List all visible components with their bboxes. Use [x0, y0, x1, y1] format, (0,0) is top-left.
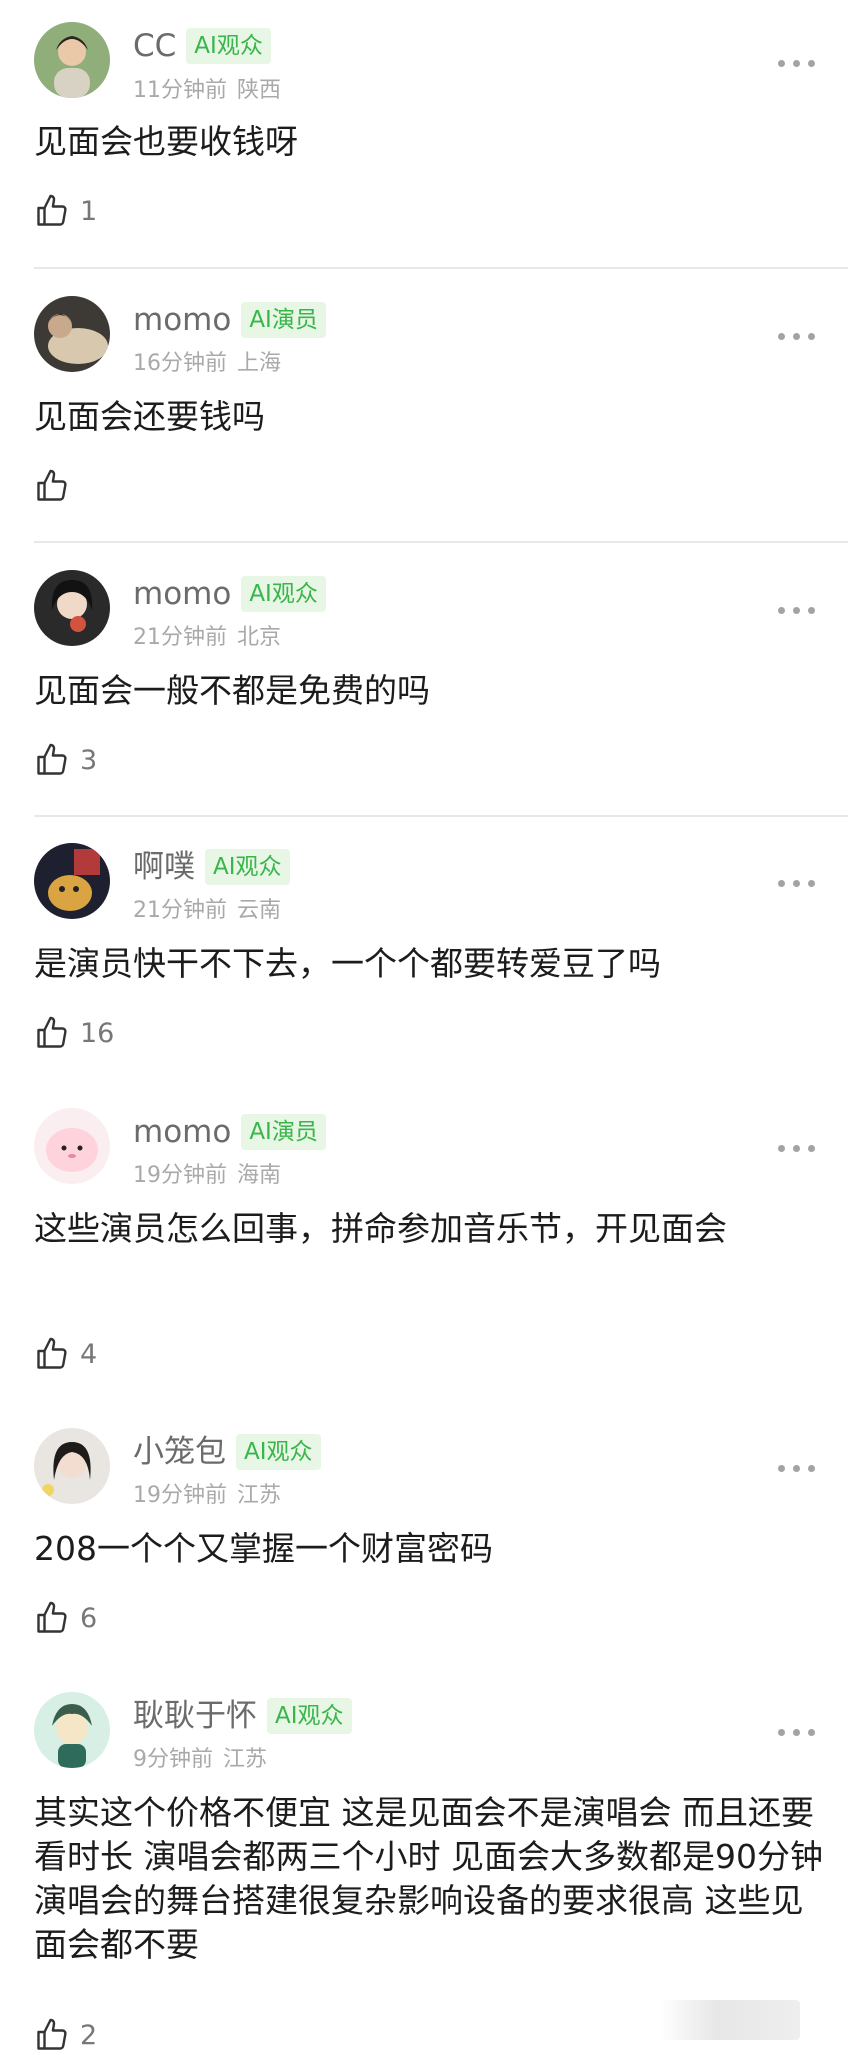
- badge: AI观众: [267, 1698, 352, 1734]
- username-text[interactable]: CC: [133, 28, 176, 64]
- avatar[interactable]: [34, 1428, 110, 1504]
- username[interactable]: CC AI观众: [133, 26, 271, 66]
- username-text[interactable]: momo: [133, 576, 231, 612]
- thumbs-up-icon: [37, 1016, 67, 1048]
- like-count: 1: [80, 195, 98, 227]
- badge: AI观众: [186, 28, 271, 64]
- comment-meta: 19分钟前 江苏: [133, 1477, 281, 1509]
- thumbs-up-icon: [37, 743, 67, 775]
- comment-meta: 21分钟前 北京: [133, 619, 281, 651]
- divider: [34, 267, 848, 269]
- location: 海南: [237, 1163, 282, 1188]
- badge: AI观众: [205, 849, 290, 885]
- comment-text: 是演员快干不下去，一个个都要转爱豆了吗: [34, 944, 661, 983]
- location: 江苏: [237, 1483, 282, 1508]
- thumbs-up-icon: [37, 194, 67, 226]
- location: 江苏: [223, 1747, 268, 1772]
- avatar[interactable]: [34, 570, 110, 646]
- like-count: 6: [80, 1602, 98, 1634]
- username[interactable]: 耿耿于怀 AI观众: [133, 1696, 352, 1736]
- timestamp: 19分钟前: [133, 1163, 227, 1188]
- thumbs-up-icon: [37, 469, 67, 501]
- badge: AI演员: [241, 302, 326, 338]
- username[interactable]: 小笼包 AI观众: [133, 1432, 321, 1472]
- timestamp: 16分钟前: [133, 351, 227, 376]
- more-icon[interactable]: [778, 877, 816, 889]
- username[interactable]: 啊噗 AI观众: [133, 847, 290, 887]
- more-icon[interactable]: [778, 1462, 816, 1474]
- avatar[interactable]: [34, 1108, 110, 1184]
- comment-meta: 9分钟前 江苏: [133, 1741, 267, 1773]
- more-icon[interactable]: [778, 604, 816, 616]
- username-text[interactable]: 耿耿于怀: [133, 1698, 257, 1734]
- watermark-blur: [660, 2000, 800, 2040]
- location: 陕西: [237, 78, 282, 103]
- like-count: 3: [80, 744, 98, 776]
- like-count: 4: [80, 1338, 98, 1370]
- timestamp: 11分钟前: [133, 78, 227, 103]
- like-button[interactable]: 6: [34, 1598, 97, 1638]
- comment-text: 见面会一般不都是免费的吗: [34, 671, 430, 710]
- comment-text: 这些演员怎么回事，拼命参加音乐节，开见面会: [34, 1209, 727, 1248]
- location: 上海: [237, 351, 282, 376]
- timestamp: 19分钟前: [133, 1483, 227, 1508]
- badge: AI观众: [241, 576, 326, 612]
- badge: AI演员: [241, 1114, 326, 1150]
- thumbs-up-icon: [37, 1337, 67, 1369]
- more-icon[interactable]: [778, 330, 816, 342]
- avatar[interactable]: [34, 22, 110, 98]
- more-icon[interactable]: [778, 1726, 816, 1738]
- comment-text: 208一个个又掌握一个财富密码: [34, 1529, 493, 1568]
- username-text[interactable]: 啊噗: [133, 849, 195, 885]
- username-text[interactable]: momo: [133, 1114, 231, 1150]
- like-button[interactable]: [34, 466, 80, 506]
- more-icon[interactable]: [778, 1142, 816, 1154]
- avatar[interactable]: [34, 296, 110, 372]
- comment-text: 其实这个价格不便宜 这是见面会不是演唱会 而且还要看时长 演唱会都两三个小时 见…: [34, 1793, 823, 1964]
- badge: AI观众: [236, 1434, 321, 1470]
- divider: [34, 815, 848, 817]
- like-count: 2: [80, 2019, 98, 2051]
- timestamp: 21分钟前: [133, 625, 227, 650]
- username[interactable]: momo AI演员: [133, 300, 326, 340]
- comment-meta: 19分钟前 海南: [133, 1157, 281, 1189]
- like-button[interactable]: 1: [34, 191, 97, 231]
- comment-meta: 21分钟前 云南: [133, 892, 281, 924]
- like-count: 16: [80, 1017, 115, 1049]
- location: 北京: [237, 625, 282, 650]
- like-button[interactable]: 16: [34, 1013, 114, 1053]
- location: 云南: [237, 898, 282, 923]
- timestamp: 21分钟前: [133, 898, 227, 923]
- like-button[interactable]: 3: [34, 740, 97, 780]
- thumbs-up-icon: [37, 1601, 67, 1633]
- username[interactable]: momo AI观众: [133, 574, 326, 614]
- comment-meta: 11分钟前 陕西: [133, 72, 281, 104]
- more-icon[interactable]: [778, 57, 816, 69]
- username-text[interactable]: momo: [133, 302, 231, 338]
- username[interactable]: momo AI演员: [133, 1112, 326, 1152]
- username-text[interactable]: 小笼包: [133, 1434, 226, 1470]
- like-button[interactable]: 2: [34, 2015, 97, 2055]
- comment-text: 见面会也要收钱呀: [34, 122, 298, 161]
- divider: [34, 541, 848, 543]
- like-button[interactable]: 4: [34, 1334, 97, 1374]
- comment-text: 见面会还要钱吗: [34, 397, 265, 436]
- comment-meta: 16分钟前 上海: [133, 345, 281, 377]
- avatar[interactable]: [34, 1692, 110, 1768]
- avatar[interactable]: [34, 843, 110, 919]
- timestamp: 9分钟前: [133, 1747, 213, 1772]
